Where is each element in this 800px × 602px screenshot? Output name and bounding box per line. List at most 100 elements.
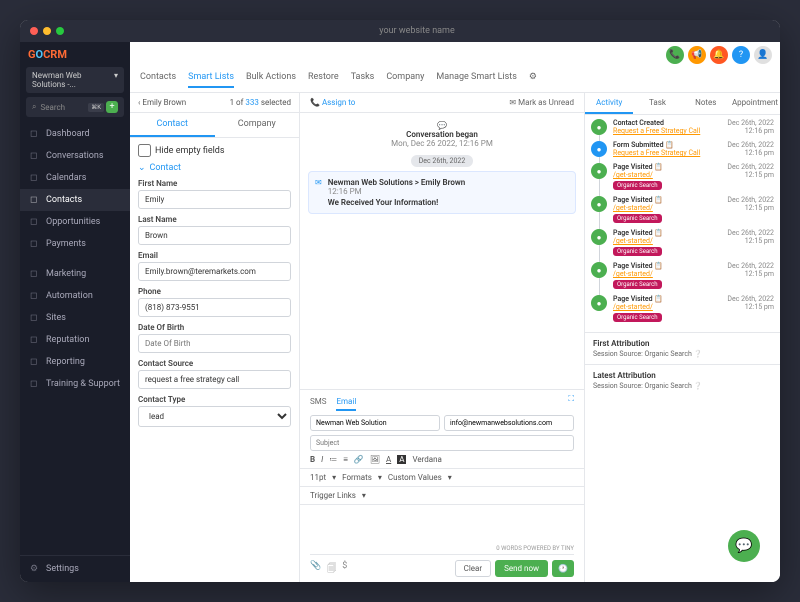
sidebar-item-automation[interactable]: ◻Automation [20, 285, 130, 307]
type-select[interactable]: lead [138, 406, 291, 427]
window-title: your website name [64, 26, 770, 36]
fontsize-select[interactable]: 11pt [310, 473, 326, 482]
trigger-links-select[interactable]: Trigger Links [310, 491, 356, 500]
send-button[interactable]: Send now [495, 560, 548, 577]
activity-item[interactable]: ● Page Visited 📋/get-started/Organic Sea… [591, 163, 774, 190]
from-input[interactable] [310, 415, 440, 431]
chat-fab[interactable]: 💬 [728, 530, 760, 562]
bold-icon[interactable]: B [310, 455, 315, 464]
activity-item[interactable]: ● Page Visited 📋/get-started/Organic Sea… [591, 196, 774, 223]
template-icon[interactable]: 🗐 [327, 561, 336, 577]
sidebar-item-reputation[interactable]: ◻Reputation [20, 329, 130, 351]
composer-tab-email[interactable]: Email [336, 394, 356, 411]
source-input[interactable] [138, 370, 291, 389]
record-count: 1 of 333 selected [230, 98, 291, 107]
org-selector[interactable]: Newman Web Solutions -...▾ [26, 67, 124, 93]
section-contact[interactable]: ⌄ Contact [138, 163, 291, 173]
image-icon[interactable]: 🖼 [370, 455, 380, 464]
latest-attribution-title: Latest Attribution [593, 371, 772, 380]
link-icon[interactable]: 🔗 [354, 455, 364, 464]
activity-item[interactable]: ● Page Visited 📋/get-started/Organic Sea… [591, 295, 774, 322]
activity-item[interactable]: ● Page Visited 📋/get-started/Organic Sea… [591, 262, 774, 289]
composer-tab-sms[interactable]: SMS [310, 394, 326, 411]
align-icon[interactable]: ≡ [343, 455, 348, 464]
help-icon[interactable]: ? [732, 46, 750, 64]
phone-call-icon: 📞 [310, 98, 320, 107]
mark-unread-button[interactable]: ✉ Mark as Unread [509, 98, 574, 107]
close-icon[interactable] [30, 27, 38, 35]
sidebar-item-settings[interactable]: ⚙Settings [20, 555, 130, 582]
first-attribution-title: First Attribution [593, 339, 772, 348]
sidebar-item-dashboard[interactable]: ◻Dashboard [20, 123, 130, 145]
email-message[interactable]: ✉ Newman Web Solutions > Emily Brown 12:… [308, 171, 576, 214]
logo: GOCRM [20, 42, 130, 67]
tab-company[interactable]: Company [386, 68, 424, 88]
subtab-contact[interactable]: Contact [130, 113, 215, 137]
add-icon[interactable]: + [106, 101, 118, 113]
activity-tab-appointment[interactable]: Appointment [730, 93, 780, 114]
tab-smart-lists[interactable]: Smart Lists [188, 68, 234, 88]
email-input[interactable] [138, 262, 291, 281]
subject-input[interactable] [310, 435, 574, 451]
sidebar-item-opportunities[interactable]: ◻Opportunities [20, 211, 130, 233]
sidebar-item-conversations[interactable]: ◻Conversations [20, 145, 130, 167]
to-input[interactable] [444, 415, 574, 431]
activity-tab-notes[interactable]: Notes [682, 93, 730, 114]
tab-tasks[interactable]: Tasks [351, 68, 375, 88]
dob-input[interactable] [138, 334, 291, 353]
list-icon[interactable]: ≔ [329, 455, 337, 464]
sidebar-item-contacts[interactable]: ◻Contacts [20, 189, 130, 211]
editor-body[interactable]: 0 WORDS POWERED BY TINY [310, 505, 574, 555]
tab-settings-icon[interactable]: ⚙ [529, 68, 537, 88]
date-pill: Dec 26th, 2022 [308, 156, 576, 165]
titlebar: your website name [20, 20, 780, 42]
search-input[interactable]: ⌕ Search ⌘K+ [26, 97, 124, 117]
email-icon: ✉ [315, 178, 322, 207]
phone-input[interactable] [138, 298, 291, 317]
font-select[interactable]: Verdana [412, 455, 441, 464]
bell-icon[interactable]: 🔔 [710, 46, 728, 64]
tab-manage-smart-lists[interactable]: Manage Smart Lists [436, 68, 517, 88]
sidebar-item-training-support[interactable]: ◻Training & Support [20, 373, 130, 395]
assign-button[interactable]: 📞 Assign to [310, 98, 355, 107]
announce-icon[interactable]: 📢 [688, 46, 706, 64]
chevron-down-icon: ⌄ [138, 163, 146, 173]
sidebar-item-reporting[interactable]: ◻Reporting [20, 351, 130, 373]
topbar: 📞 📢 🔔 ? 👤 [130, 42, 780, 68]
phone-icon[interactable]: 📞 [666, 46, 684, 64]
italic-icon[interactable]: I [321, 455, 323, 464]
attach-icon[interactable]: 📎 [310, 561, 321, 577]
activity-item[interactable]: ● Contact CreatedRequest a Free Strategy… [591, 119, 774, 135]
subtab-company[interactable]: Company [215, 113, 300, 137]
activity-tab-activity[interactable]: Activity [585, 93, 633, 114]
expand-icon[interactable]: ⛶ [568, 394, 574, 411]
custom-values-select[interactable]: Custom Values [388, 473, 442, 482]
activity-tab-task[interactable]: Task [633, 93, 681, 114]
sidebar: GOCRM Newman Web Solutions -...▾ ⌕ Searc… [20, 42, 130, 582]
search-icon: ⌕ [32, 102, 36, 112]
sidebar-item-sites[interactable]: ◻Sites [20, 307, 130, 329]
bg-color-icon[interactable]: A [397, 455, 406, 464]
first-name-input[interactable] [138, 190, 291, 209]
activity-item[interactable]: ● Form Submitted 📋Request a Free Strateg… [591, 141, 774, 157]
hide-empty-checkbox[interactable]: Hide empty fields [138, 144, 291, 157]
tab-bulk-actions[interactable]: Bulk Actions [246, 68, 296, 88]
clear-button[interactable]: Clear [455, 560, 491, 577]
formats-select[interactable]: Formats [342, 473, 372, 482]
avatar[interactable]: 👤 [754, 46, 772, 64]
tab-contacts[interactable]: Contacts [140, 68, 176, 88]
sidebar-item-marketing[interactable]: ◻Marketing [20, 263, 130, 285]
last-name-input[interactable] [138, 226, 291, 245]
sidebar-item-payments[interactable]: ◻Payments [20, 233, 130, 255]
sidebar-item-calendars[interactable]: ◻Calendars [20, 167, 130, 189]
font-color-icon[interactable]: A [386, 455, 391, 464]
help-tip-icon[interactable]: ❔ [694, 350, 703, 358]
back-button[interactable]: ‹ Emily Brown [138, 98, 186, 107]
activity-item[interactable]: ● Page Visited 📋/get-started/Organic Sea… [591, 229, 774, 256]
maximize-icon[interactable] [56, 27, 64, 35]
help-tip-icon[interactable]: ❔ [694, 382, 703, 390]
minimize-icon[interactable] [43, 27, 51, 35]
send-options-button[interactable]: 🕐 [552, 560, 574, 577]
dollar-icon[interactable]: $ [342, 561, 347, 577]
tab-restore[interactable]: Restore [308, 68, 339, 88]
